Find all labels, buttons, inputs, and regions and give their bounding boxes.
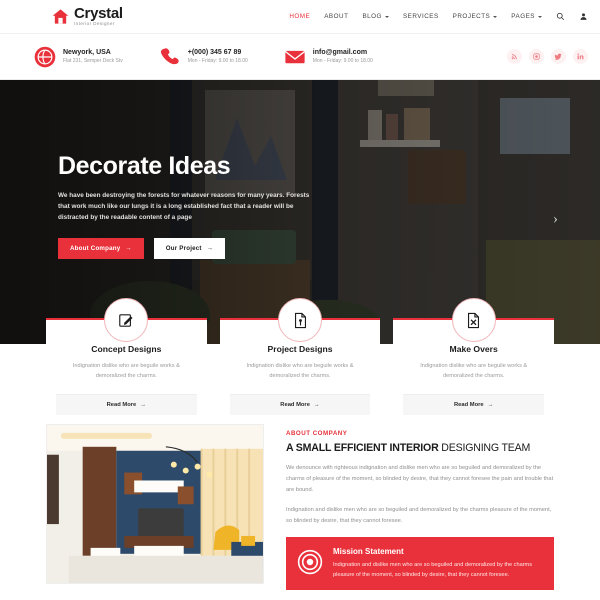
service-card-title: Project Designs [267, 344, 333, 354]
instagram-icon [533, 53, 540, 60]
service-icon-wrap [278, 298, 322, 342]
hero-title: Decorate Ideas [58, 152, 231, 180]
site-logo[interactable]: Crystal Interior Designer [52, 6, 123, 27]
landing-page: Crystal Interior Designer HOME ABOUT BLO… [0, 0, 600, 600]
arrow-right-icon: → [313, 401, 320, 408]
contact-phone-title: +(000) 345 67 89 [187, 48, 242, 56]
about-kicker: ABOUT COMPANY [286, 430, 348, 437]
social-link-twitter[interactable] [551, 49, 566, 64]
mission-description: Indignation and dislike men who are so b… [333, 561, 533, 579]
pencil-square-icon [119, 313, 133, 327]
nav-item-label: ABOUT [324, 13, 349, 20]
nav-menu: HOME ABOUT BLOG SERVICES PROJECTS PAGES [289, 12, 588, 21]
social-links [507, 49, 588, 64]
service-card-title: Make Overs [449, 344, 498, 354]
chevron-down-icon [493, 15, 498, 18]
contact-bar: Newyork, USA Flat 231, Semper Deck Stv +… [0, 34, 600, 80]
social-link-instagram[interactable] [529, 49, 544, 64]
contact-address-title: Newyork, USA [63, 48, 111, 56]
arrow-right-icon: → [487, 401, 494, 408]
about-heading: A SMALL EFFICIENT INTERIOR DESIGNING TEA… [286, 442, 554, 454]
slider-next-button[interactable]: › [553, 212, 558, 227]
living-room-image [47, 425, 263, 583]
twitter-icon [555, 53, 562, 60]
read-more-label: Read More [453, 401, 484, 408]
envelope-icon [284, 50, 305, 63]
nav-item-label: PAGES [511, 13, 535, 20]
about-text: ABOUT COMPANY A SMALL EFFICIENT INTERIOR… [286, 424, 554, 600]
rss-icon [511, 54, 517, 60]
hero-buttons: About Company → Our Project → [58, 237, 320, 259]
nav-item-label: SERVICES [402, 13, 439, 20]
globe-icon [34, 46, 56, 67]
contact-address-sub: Flat 231, Semper Deck Stv [63, 58, 123, 64]
service-card-make-overs[interactable]: Make Overs Indignation dislike who are b… [393, 298, 555, 415]
contact-phone-sub: Mon - Friday: 9.00 to 18.00 [187, 58, 248, 64]
nav-item-home[interactable]: HOME [289, 13, 310, 20]
service-icon-wrap [451, 298, 496, 342]
social-link-rss[interactable] [507, 49, 522, 64]
hero-content: Decorate Ideas We have been destroying t… [58, 154, 320, 259]
chevron-down-icon [538, 15, 542, 18]
nav-item-about[interactable]: ABOUT [324, 13, 348, 20]
document-x-icon [468, 312, 480, 328]
contact-email: info@gmail.com Mon - Friday: 9.00 to 18.… [284, 46, 373, 68]
our-project-button-label: Our Project [165, 244, 202, 252]
nav-item-services[interactable]: SERVICES [403, 13, 439, 20]
contact-phone: +(000) 345 67 89 Mon - Friday: 9.00 to 1… [159, 46, 248, 68]
read-more-label: Read More [106, 401, 137, 408]
nav-item-label: BLOG [362, 13, 382, 20]
contact-email-sub: Mon - Friday: 9.00 to 18.00 [312, 58, 373, 64]
user-icon[interactable] [579, 12, 588, 21]
about-paragraph-2: Indignation and dislike men who are so b… [286, 506, 552, 524]
service-card-concept-designs[interactable]: Concept Designs Indignation dislike who … [46, 298, 207, 415]
read-more-button[interactable]: Read More → [229, 393, 371, 415]
about-heading-bold: A SMALL EFFICIENT INTERIOR [286, 442, 439, 454]
service-card-description: Indignation dislike who are beguile work… [420, 363, 528, 380]
arrow-right-icon: → [206, 244, 214, 252]
mission-title: Mission Statement [333, 546, 404, 556]
about-company-button-label: About Company [70, 244, 121, 252]
about-heading-light: DESIGNING TEAM [438, 442, 531, 454]
service-icon-wrap [104, 298, 149, 342]
nav-item-label: PROJECTS [452, 13, 491, 20]
document-pin-icon [294, 312, 306, 328]
about-section: ABOUT COMPANY A SMALL EFFICIENT INTERIOR… [0, 424, 600, 600]
contact-email-title: info@gmail.com [312, 48, 368, 56]
main-navbar: Crystal Interior Designer HOME ABOUT BLO… [0, 0, 600, 34]
phone-icon [160, 47, 179, 64]
our-project-button[interactable]: Our Project → [153, 237, 226, 259]
mission-statement-box: Mission Statement Indignation and dislik… [286, 536, 554, 591]
read-more-label: Read More [280, 401, 310, 408]
service-card-project-designs[interactable]: Project Designs Indignation dislike who … [219, 298, 381, 415]
logo-name: Crystal [74, 5, 123, 23]
arrow-right-icon: → [125, 244, 132, 252]
nav-item-blog[interactable]: BLOG [362, 13, 389, 20]
arrow-right-icon: → [140, 401, 147, 408]
nav-item-projects[interactable]: PROJECTS [453, 13, 498, 20]
chevron-down-icon [384, 15, 389, 18]
read-more-button[interactable]: Read More → [403, 393, 545, 415]
about-company-button[interactable]: About Company → [58, 237, 144, 259]
service-card-description: Indignation dislike who are beguile work… [72, 363, 180, 380]
about-image [46, 424, 264, 584]
social-link-linkedin[interactable] [573, 49, 588, 64]
logo-tagline: Interior Designer [74, 21, 115, 27]
service-card-title: Concept Designs [91, 344, 162, 354]
linkedin-icon [577, 53, 584, 60]
contact-address: Newyork, USA Flat 231, Semper Deck Stv [34, 46, 123, 68]
read-more-button[interactable]: Read More → [56, 393, 197, 415]
service-card-description: Indignation dislike who are beguile work… [246, 363, 354, 380]
nav-item-label: HOME [289, 13, 311, 20]
hero-description: We have been destroying the forests for … [58, 192, 310, 222]
about-paragraph-1: We denounce with righteous indignation a… [286, 465, 554, 494]
home-icon [52, 9, 69, 24]
nav-item-pages[interactable]: PAGES [511, 13, 542, 20]
search-icon[interactable] [556, 12, 565, 21]
target-icon [297, 549, 323, 574]
service-cards: Concept Designs Indignation dislike who … [46, 298, 555, 415]
